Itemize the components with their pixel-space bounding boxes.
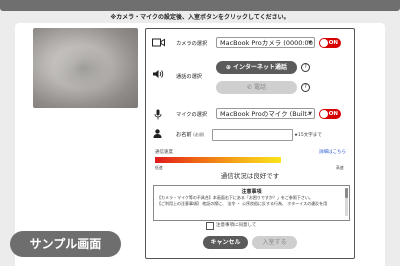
settings-panel: カメラの選択 MacBook Proカメラ (0000:00 ▼ ON 通話の選… xyxy=(145,28,355,259)
name-input[interactable] xyxy=(212,129,293,141)
mic-label: マイクの選択 xyxy=(176,112,208,118)
agree-checkbox[interactable] xyxy=(206,222,214,230)
quality-label: 通信速度 xyxy=(155,150,173,155)
terms-line: 【ご利用上の注意事項】 他証の際に、 法令 ・ 公序良俗に反する行為、 ホターイ… xyxy=(157,201,328,206)
name-label: お名前 (必須) xyxy=(176,132,205,138)
globe-icon: ⊕ xyxy=(225,64,234,71)
mic-toggle[interactable]: ON xyxy=(319,109,341,119)
camera-selected-value: MacBook Proカメラ (0000:00 xyxy=(220,39,313,47)
person-icon xyxy=(153,129,162,141)
video-camera-icon xyxy=(152,38,165,50)
toggle-knob xyxy=(320,39,328,47)
quality-meter xyxy=(155,157,281,163)
mic-toggle-label: ON xyxy=(328,111,338,117)
help-icon[interactable]: ? xyxy=(301,63,310,72)
camera-label: カメラの選択 xyxy=(176,41,208,47)
chevron-down-icon: ▼ xyxy=(308,111,312,117)
microphone-icon xyxy=(154,109,162,123)
enter-button[interactable]: 入室する xyxy=(252,236,297,249)
camera-select[interactable]: MacBook Proカメラ (0000:00 ▼ xyxy=(216,37,315,48)
speaker-label: 通話の選択 xyxy=(176,74,202,80)
toggle-knob xyxy=(320,110,328,118)
internet-call-label: インターネット通話 xyxy=(233,64,288,71)
phone-call-label: 電話 xyxy=(253,84,266,91)
help-icon[interactable]: ? xyxy=(301,83,310,92)
internet-call-button[interactable]: ⊕ インターネット通話 xyxy=(216,61,297,74)
agree-label: 注意事項に同意して xyxy=(216,223,257,228)
details-link[interactable]: 詳細はこちら xyxy=(319,149,346,155)
phone-call-button[interactable]: ✆ 電話 xyxy=(216,81,297,94)
quality-status: 通信状況は良好です xyxy=(220,172,280,180)
camera-toggle-label: ON xyxy=(328,40,338,46)
terms-title: 注意事項 xyxy=(241,189,262,195)
instruction-notice: ※カメラ・マイクの設定後、入室ボタンをクリックしてください。 xyxy=(110,14,290,21)
top-bar xyxy=(0,0,400,11)
terms-scrollbar[interactable] xyxy=(345,188,348,216)
terms-box[interactable]: 注意事項 【カメラ・マイク等の不具合】本画面右下にある「お困りですか？」をご参照… xyxy=(153,185,350,221)
cancel-button[interactable]: キャンセル xyxy=(203,236,248,249)
mic-select[interactable]: MacBook Proのマイク (Built- ▼ xyxy=(216,108,315,119)
chevron-down-icon: ▼ xyxy=(308,40,312,46)
name-hint: ★15文字まで xyxy=(294,133,322,138)
mic-selected-value: MacBook Proのマイク (Built- xyxy=(220,110,310,118)
sample-screen-badge: サンプル画面 xyxy=(10,231,121,257)
camera-toggle[interactable]: ON xyxy=(319,38,341,48)
phone-icon: ✆ xyxy=(247,84,254,91)
camera-preview xyxy=(33,28,138,108)
speaker-icon xyxy=(152,69,164,82)
